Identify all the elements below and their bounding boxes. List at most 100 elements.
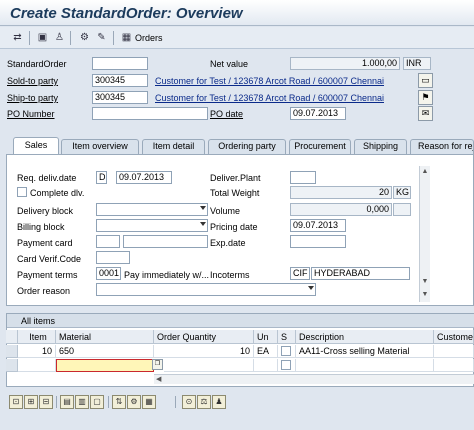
po-number-label[interactable]: PO Number — [7, 109, 55, 119]
payment-terms-description: Pay immediately w/... — [124, 270, 210, 280]
schedule-lines-icon[interactable]: ▦ — [142, 395, 156, 409]
tab-procurement[interactable]: Procurement — [289, 139, 351, 154]
insert-row-icon[interactable]: ⊞ — [24, 395, 38, 409]
select-all-cell[interactable] — [6, 330, 18, 344]
status-checkbox[interactable] — [281, 360, 291, 370]
title-bar: Create StandardOrder: Overview — [0, 0, 474, 26]
pricing-icon[interactable]: ⊙ — [182, 395, 196, 409]
tab-sales[interactable]: Sales — [13, 137, 59, 154]
column-header-status[interactable]: S — [278, 330, 296, 344]
items-horizontal-scrollbar[interactable]: ◀ — [154, 374, 474, 384]
payment-terms-label: Payment terms — [17, 270, 78, 280]
column-header-material[interactable]: Material — [56, 330, 154, 344]
orders-icon[interactable]: ▦ — [119, 30, 134, 45]
sales-panel-scrollbar[interactable]: ▲ ▼ ▼ — [419, 166, 430, 302]
partner-icon[interactable]: ♟ — [212, 395, 226, 409]
incoterms-place-field[interactable]: HYDERABAD — [311, 267, 410, 280]
complete-delivery-label: Complete dlv. — [30, 188, 85, 198]
header-icon[interactable]: ▣ — [35, 30, 50, 45]
order-quantity-cell[interactable] — [164, 359, 254, 372]
payment-card-type-field[interactable] — [96, 235, 120, 248]
scroll-end-icon[interactable]: ▼ — [420, 290, 430, 300]
status-checkbox[interactable] — [281, 346, 291, 356]
volume-label: Volume — [210, 206, 241, 216]
column-header-unit[interactable]: Un — [254, 330, 278, 344]
customer-cell[interactable] — [434, 359, 474, 372]
req-deliv-date-field[interactable]: 09.07.2013 — [116, 171, 172, 184]
material-cell[interactable]: 650 — [56, 345, 154, 358]
pricing-date-field[interactable]: 09.07.2013 — [290, 219, 346, 232]
ship-to-description[interactable]: Customer for Test / 123678 Arcot Road / … — [155, 93, 390, 103]
customer-cell[interactable] — [434, 345, 474, 358]
tab-reason-for-rejection[interactable]: Reason for rejection — [410, 139, 474, 154]
po-date-field[interactable]: 09.07.2013 — [290, 107, 346, 120]
toolbar-separator — [56, 396, 57, 408]
configuration-icon[interactable]: ⚙ — [127, 395, 141, 409]
description-cell[interactable]: AA11-Cross selling Material — [296, 345, 434, 358]
value-help-icon[interactable]: ❐ — [152, 359, 163, 370]
incoterms-field[interactable]: CIF — [290, 267, 310, 280]
po-date-label[interactable]: PO date — [210, 109, 243, 119]
currency-field: INR — [403, 57, 431, 70]
column-header-item[interactable]: Item — [18, 330, 56, 344]
item-number-cell[interactable] — [18, 359, 56, 372]
delete-row-icon[interactable]: ⊟ — [39, 395, 53, 409]
application-toolbar: ⇄ ▣ ♙ ⚙ ✎ ▦ Orders — [0, 27, 474, 49]
ship-to-label[interactable]: Ship-to party — [7, 93, 58, 103]
order-reason-label: Order reason — [17, 286, 71, 296]
tab-ordering-party[interactable]: Ordering party — [208, 139, 286, 154]
ship-to-field[interactable]: 300345 — [92, 91, 148, 104]
standard-order-label: StandardOrder — [7, 59, 67, 69]
column-header-order-quantity[interactable]: Order Quantity — [154, 330, 254, 344]
conditions-icon[interactable]: ✎ — [94, 30, 109, 45]
settings-icon[interactable]: ⚙ — [77, 30, 92, 45]
row-selector[interactable] — [6, 345, 18, 358]
description-cell[interactable] — [296, 359, 434, 372]
payment-card-number-field[interactable] — [123, 235, 208, 248]
order-quantity-cell[interactable]: 10 — [154, 345, 254, 358]
column-header-customer[interactable]: Custome — [434, 330, 474, 344]
scroll-down-icon[interactable]: ▼ — [420, 277, 430, 287]
toolbar-separator — [29, 31, 30, 45]
pricing-date-label: Pricing date — [210, 222, 258, 232]
column-header-description[interactable]: Description — [296, 330, 434, 344]
req-deliv-type-field[interactable]: D — [96, 171, 107, 184]
item-details-icon[interactable]: ⊡ — [9, 395, 23, 409]
select-all-icon[interactable]: ▤ — [60, 395, 74, 409]
po-number-field[interactable] — [92, 107, 208, 120]
sold-to-label[interactable]: Sold-to party — [7, 76, 58, 86]
select-block-icon[interactable]: ▥ — [75, 395, 89, 409]
deselect-all-icon[interactable]: ▢ — [90, 395, 104, 409]
order-reason-select[interactable] — [96, 283, 316, 296]
complete-delivery-checkbox[interactable] — [17, 187, 27, 197]
chevron-down-icon — [308, 286, 314, 290]
scroll-up-icon[interactable]: ▲ — [420, 167, 430, 177]
billing-block-select[interactable] — [96, 219, 208, 232]
ship-to-partner-icon[interactable]: ⚑ — [418, 90, 433, 105]
scroll-left-icon[interactable]: ◀ — [156, 375, 161, 383]
sold-to-description[interactable]: Customer for Test / 123678 Arcot Road / … — [155, 76, 417, 86]
availability-icon[interactable]: ⚖ — [197, 395, 211, 409]
exp-date-field[interactable] — [290, 235, 346, 248]
unit-cell[interactable]: EA — [254, 345, 278, 358]
payment-terms-field[interactable]: 0001 — [96, 267, 121, 280]
delivery-block-select[interactable] — [96, 203, 208, 216]
orders-button[interactable]: Orders — [135, 33, 163, 43]
person-icon[interactable]: ♙ — [52, 30, 67, 45]
material-input-cell[interactable] — [56, 359, 154, 372]
display-change-icon[interactable]: ⇄ — [10, 30, 25, 45]
tab-item-detail[interactable]: Item detail — [142, 139, 205, 154]
sold-to-document-icon[interactable]: ▭ — [418, 73, 433, 88]
unit-cell[interactable] — [254, 359, 278, 372]
deliver-plant-field[interactable] — [290, 171, 316, 184]
tab-item-overview[interactable]: Item overview — [61, 139, 139, 154]
po-attachment-icon[interactable]: ✉ — [418, 106, 433, 121]
volume-unit-field — [393, 203, 411, 216]
sort-icon[interactable]: ⇅ — [112, 395, 126, 409]
row-selector[interactable] — [6, 359, 18, 372]
sold-to-field[interactable]: 300345 — [92, 74, 148, 87]
card-verif-code-field[interactable] — [96, 251, 130, 264]
tab-shipping[interactable]: Shipping — [354, 139, 407, 154]
standard-order-field[interactable] — [92, 57, 148, 70]
item-number-cell[interactable]: 10 — [18, 345, 56, 358]
